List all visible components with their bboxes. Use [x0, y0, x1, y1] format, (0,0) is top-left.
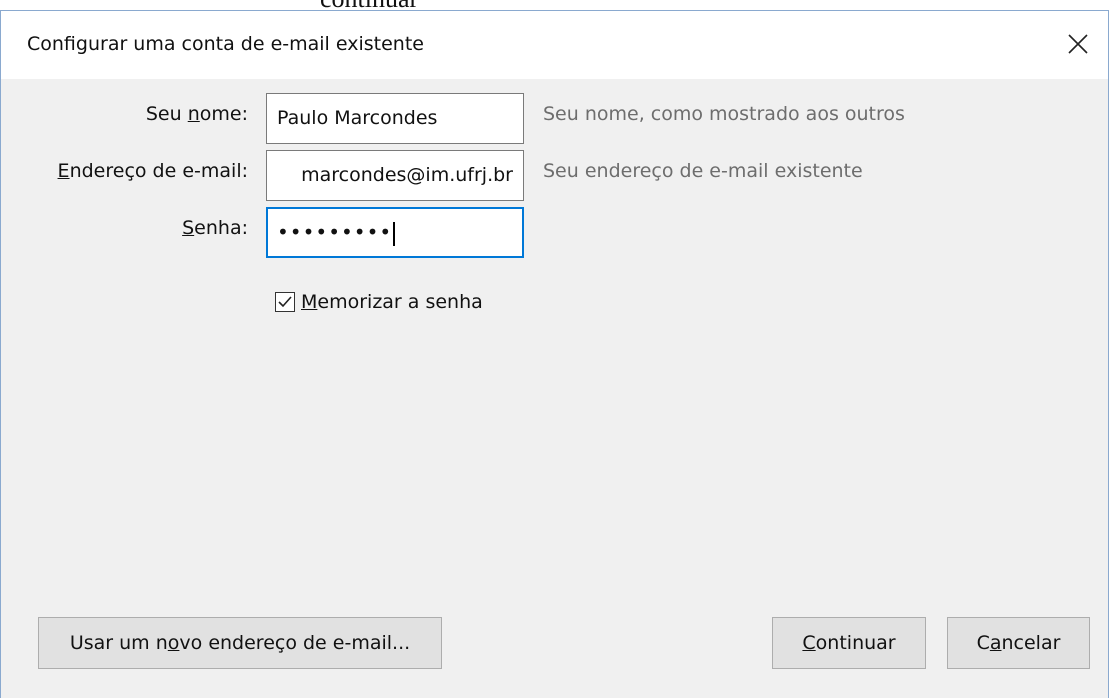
text-caret [393, 221, 396, 246]
remember-password-label: Memorizar a senha [301, 291, 483, 313]
name-field[interactable]: Paulo Marcondes [266, 93, 524, 144]
checkmark-icon [278, 296, 292, 308]
account-setup-dialog: Configurar uma conta de e-mail existente… [0, 10, 1109, 698]
remember-password-option[interactable]: Memorizar a senha [275, 287, 483, 317]
continue-button[interactable]: Continuar [772, 617, 926, 669]
title-bar: Configurar uma conta de e-mail existente [1, 10, 1108, 79]
cancel-button[interactable]: Ca ncelar [947, 617, 1090, 669]
email-label: Endereço de e-mail: [57, 160, 248, 182]
close-button[interactable] [1048, 11, 1108, 80]
name-label: Seu nome: [145, 103, 248, 125]
use-new-address-button[interactable]: Usar um n o vo endereço de e-mail... [38, 617, 442, 669]
password-field[interactable]: ••••••••• [266, 207, 524, 258]
close-icon [1067, 33, 1089, 59]
name-hint: Seu nome, como mostrado aos outros [543, 103, 905, 125]
email-field[interactable]: marcondes@im.ufrj.br [266, 150, 524, 201]
remember-password-checkbox[interactable] [275, 292, 295, 312]
dialog-title: Configurar uma conta de e-mail existente [27, 33, 424, 55]
password-label: Senha: [182, 217, 248, 239]
dialog-content: Seu nome: Paulo Marcondes Seu nome, como… [1, 79, 1108, 698]
password-mask: ••••••••• [277, 220, 393, 244]
email-hint: Seu endereço de e-mail existente [543, 160, 863, 182]
